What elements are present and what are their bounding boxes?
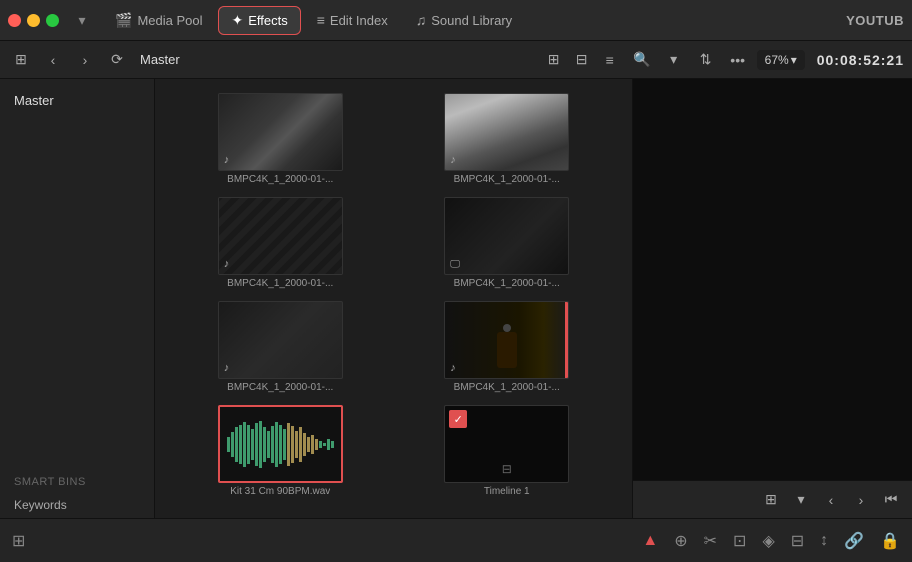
nav-forward-icon[interactable]: › (72, 47, 98, 73)
bottom-bar: ⊞ ▲ ⊕ ✂ ⊡ ◈ ⊟ ↕ 🔗 🔒 (0, 518, 912, 562)
list-item[interactable]: 🖵 BMPC4K_1_2000-01-... (394, 191, 621, 295)
tab-effects[interactable]: ✦ Effects (218, 6, 300, 35)
fit-view-icon[interactable]: ⊞ (758, 487, 784, 513)
thumbnail: ♪ (444, 93, 569, 171)
thumbnail: ♪ (444, 301, 569, 379)
waveform-visual (225, 417, 335, 472)
monitor-icon: 🖵 (450, 259, 460, 270)
preview-screen (633, 79, 912, 480)
filename-label: BMPC4K_1_2000-01-... (454, 382, 560, 393)
trim-tool-icon[interactable]: ⊕ (674, 531, 687, 551)
close-button[interactable] (8, 14, 21, 27)
thumbnail: ♪ (218, 197, 343, 275)
bin-label: Master (140, 52, 180, 67)
sidebar-item-master[interactable]: Master (0, 87, 154, 114)
top-bar: ▾ 🎬 Media Pool ✦ Effects ≡ Edit Index ♫ … (0, 0, 912, 41)
thumbnail (218, 405, 343, 483)
fullscreen-button[interactable] (46, 14, 59, 27)
skip-start-icon[interactable]: ⏮ (878, 487, 904, 513)
view-icons: ⊞ ⊟ ≡ (541, 47, 623, 73)
lock-icon[interactable]: 🔒 (880, 531, 900, 551)
list-item[interactable]: ♪ BMPC4K_1_2000-01-... (167, 87, 394, 191)
sidebar-item-keywords[interactable]: Keywords (0, 492, 154, 518)
filename-label: Kit 31 Cm 90BPM.wav (230, 486, 330, 497)
edit-index-icon: ≡ (317, 12, 325, 28)
media-grid-area: ♪ BMPC4K_1_2000-01-... ♪ BMPC4K_1_2000-0… (155, 79, 632, 518)
pointer-tool-icon[interactable]: ▲ (642, 532, 658, 550)
thumbnail: ✓ ⊟ (444, 405, 569, 483)
list-item[interactable]: ♪ BMPC4K_1_2000-01-... (394, 87, 621, 191)
main-layout: Master Smart Bins Keywords ♪ BMPC4K_1_20… (0, 79, 912, 518)
media-grid: ♪ BMPC4K_1_2000-01-... ♪ BMPC4K_1_2000-0… (167, 87, 620, 503)
filename-label: BMPC4K_1_2000-01-... (227, 278, 333, 289)
thumbnail: ♪ (218, 93, 343, 171)
sidebar: Master Smart Bins Keywords (0, 79, 155, 518)
more-icon[interactable]: ••• (725, 47, 751, 73)
music-icon: ♪ (450, 154, 456, 166)
sort-icon[interactable]: ⇅ (693, 47, 719, 73)
preview-controls: ⊞ ▾ ‹ › ⏮ (633, 480, 912, 518)
preview-dropdown-icon[interactable]: ▾ (788, 487, 814, 513)
list-item[interactable]: ♪ BMPC4K_1_2000-01-... (167, 295, 394, 399)
filename-label: Timeline 1 (484, 486, 530, 497)
timecode-display: 00:08:52:21 (817, 52, 904, 68)
effects-icon: ✦ (231, 12, 243, 29)
search-dropdown-icon[interactable]: ▾ (661, 47, 687, 73)
list-item[interactable]: Kit 31 Cm 90BPM.wav (167, 399, 394, 503)
sound-library-icon: ♫ (416, 12, 427, 28)
tab-sound-library[interactable]: ♫ Sound Library (404, 7, 524, 33)
music-icon: ♪ (224, 362, 230, 374)
list-item[interactable]: ♪ BMPC4K_1_2000-01-... (394, 295, 621, 399)
grid-view2-icon[interactable]: ⊟ (569, 47, 595, 73)
list-view-icon[interactable]: ≡ (597, 47, 623, 73)
filename-label: BMPC4K_1_2000-01-... (454, 278, 560, 289)
filename-label: BMPC4K_1_2000-01-... (454, 174, 560, 185)
nav-back-icon[interactable]: ‹ (40, 47, 66, 73)
slip-tool-icon[interactable]: ⊡ (733, 531, 746, 551)
music-icon: ♪ (224, 258, 230, 270)
razor-tool-icon[interactable]: ✂ (704, 531, 717, 551)
link-icon[interactable]: 🔗 (844, 531, 864, 551)
timeline-icon[interactable]: ⊞ (12, 531, 25, 551)
thumbnail: 🖵 (444, 197, 569, 275)
list-item[interactable]: ✓ ⊟ Timeline 1 (394, 399, 621, 503)
prev-frame-icon[interactable]: ‹ (818, 487, 844, 513)
filename-label: BMPC4K_1_2000-01-... (227, 174, 333, 185)
filename-label: BMPC4K_1_2000-01-... (227, 382, 333, 393)
smart-bins-label: Smart Bins (0, 468, 154, 492)
list-item[interactable]: ♪ BMPC4K_1_2000-01-... (167, 191, 394, 295)
music-icon: ♪ (450, 362, 456, 374)
traffic-lights (8, 14, 59, 27)
second-bar: ⊞ ‹ › ⟳ Master ⊞ ⊟ ≡ 🔍 ▾ ⇅ ••• 67% ▾ 00:… (0, 41, 912, 79)
next-frame-icon[interactable]: › (848, 487, 874, 513)
sync-icon[interactable]: ⟳ (104, 47, 130, 73)
view-toggle-icon[interactable]: ⊞ (8, 47, 34, 73)
preview-panel: ⊞ ▾ ‹ › ⏮ (632, 79, 912, 518)
position-tool-icon[interactable]: ↕ (820, 532, 828, 550)
search-icon[interactable]: 🔍 (629, 47, 655, 73)
zoom-control[interactable]: 67% ▾ (757, 50, 805, 70)
minimize-button[interactable] (27, 14, 40, 27)
window-menu-icon[interactable]: ▾ (71, 9, 93, 31)
tab-edit-index[interactable]: ≡ Edit Index (305, 7, 400, 33)
slide-tool-icon[interactable]: ◈ (762, 531, 774, 551)
music-icon: ♪ (224, 154, 230, 166)
checkmark-icon: ✓ (449, 410, 467, 428)
tab-media-pool[interactable]: 🎬 Media Pool (103, 7, 214, 34)
media-pool-icon: 🎬 (115, 12, 132, 29)
grid-view-icon[interactable]: ⊞ (541, 47, 567, 73)
thumbnail: ♪ (218, 301, 343, 379)
workspace-label: YOUTUB (846, 13, 904, 28)
dynamic-trim-icon[interactable]: ⊟ (791, 531, 804, 551)
